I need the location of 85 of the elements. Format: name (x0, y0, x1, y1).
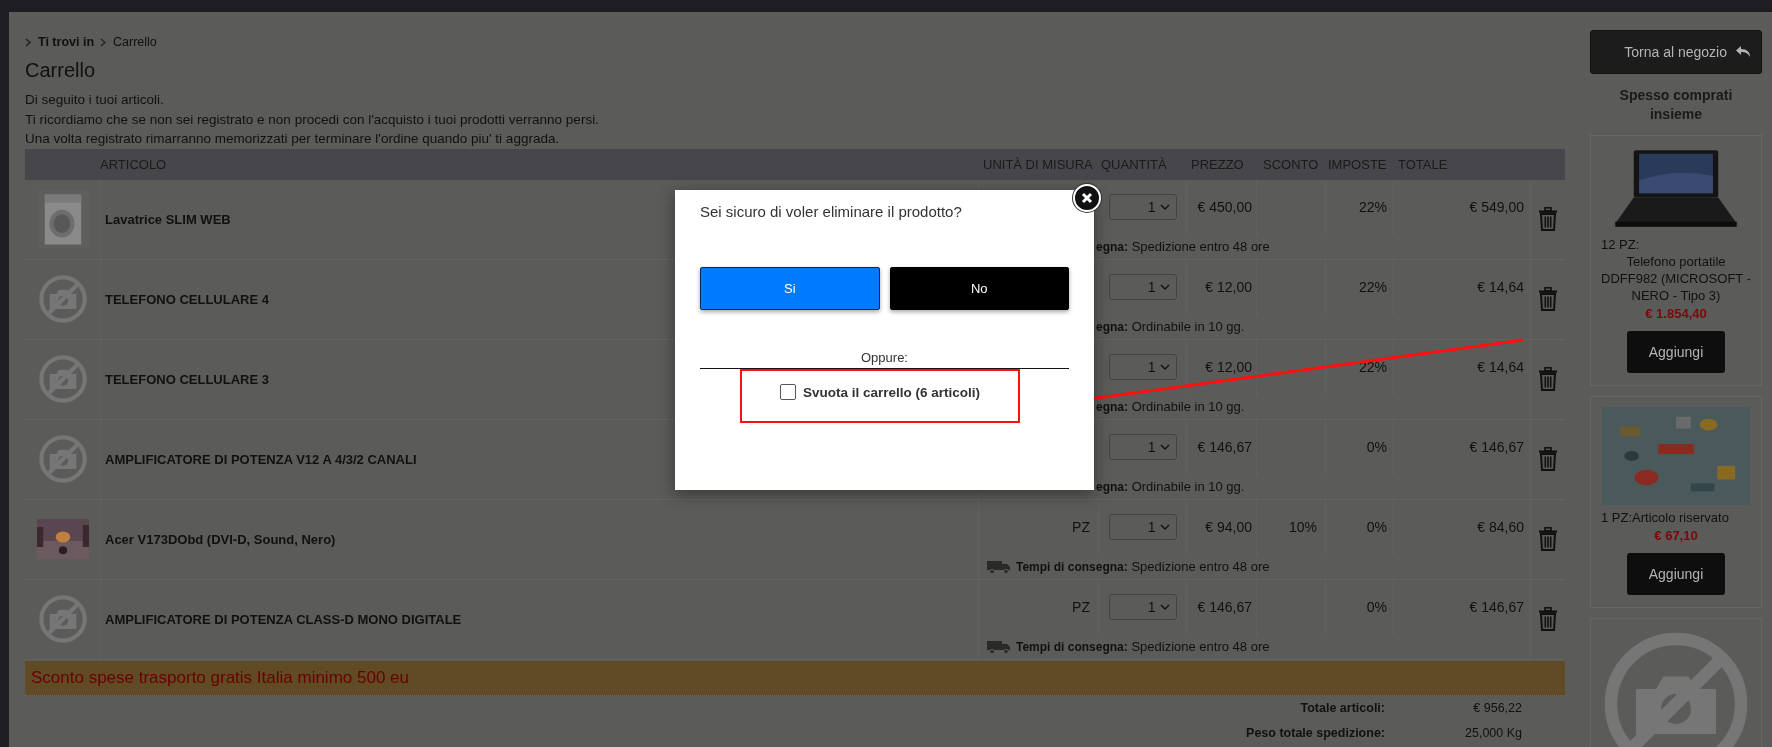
chevron-icon (100, 37, 108, 47)
chevron-down-icon (1159, 283, 1170, 291)
back-to-shop-button[interactable]: Torna al negozio (1590, 30, 1762, 74)
delivery-text: Tempi di consegna: Spedizione entro 48 ore (1016, 559, 1270, 574)
price-text: € 146,67 (1197, 599, 1252, 615)
delivery-text: egna: Ordinabile in 10 gg. (1096, 319, 1245, 334)
page-title: Carrello (25, 58, 97, 82)
separator-label: Oppure: (860, 350, 909, 365)
tax-text: 22% (1358, 279, 1387, 295)
dialog-button[interactable]: No (889, 267, 1069, 310)
unit-text: PZ (1072, 599, 1090, 615)
tax-text: 0% (1366, 599, 1387, 615)
quantity-select[interactable]: 1 (1108, 274, 1177, 300)
tax-text: 22% (1358, 359, 1387, 375)
add-button[interactable]: Aggiungi (1627, 553, 1725, 595)
product-name[interactable]: TELEFONO CELLULARE 4 (105, 291, 269, 307)
tax-text: 22% (1358, 199, 1387, 215)
delivery-text: egna: Ordinabile in 10 gg. (1096, 479, 1245, 494)
totals-value: € 956,22 (1472, 701, 1523, 715)
product-name[interactable]: Articolo riservato (1632, 509, 1729, 526)
sidebar-title: Spesso comprati insieme (1618, 86, 1734, 124)
no-photo-icon (37, 434, 88, 484)
product-quantity: 1 PZ: (1601, 510, 1633, 525)
chevron-down-icon (1159, 603, 1170, 611)
quantity-select[interactable]: 1 (1108, 434, 1177, 460)
product-price: € 67,10 (1654, 528, 1698, 543)
quantity-select[interactable]: 1 (1108, 354, 1177, 380)
delivery-text: egna: Spedizione entro 48 ore (1096, 239, 1270, 254)
dialog-button[interactable]: Si (700, 267, 880, 310)
totals-value: 25,000 Kg (1464, 726, 1523, 740)
product-name[interactable]: Acer V173DObd (DVI-D, Sound, Nero) (105, 531, 336, 547)
no-photo-icon (37, 594, 88, 644)
product-name[interactable]: TELEFONO CELLULARE 3 (105, 371, 269, 387)
quantity-select[interactable]: 1 (1108, 594, 1177, 620)
intro-text: Ti ricordiamo che se non sei registrato e non procedi con l'acquisto i tuoi prodotti verranno persi. (25, 110, 600, 129)
promo-banner-text: Sconto spese trasporto gratis Italia minimo 500 eu (31, 667, 409, 688)
trash-icon[interactable] (1539, 367, 1557, 391)
total-text: € 146,67 (1469, 599, 1524, 615)
total-text: € 14,64 (1477, 359, 1524, 375)
product-name[interactable]: Lavatrice SLIM WEB (105, 211, 231, 227)
quantity-select[interactable]: 1 (1108, 514, 1177, 540)
product-name[interactable]: AMPLIFICATORE DI POTENZA CLASS-D MONO DIGITALE (105, 611, 462, 627)
breadcrumb-link[interactable]: Ti trovi in (38, 35, 95, 49)
tax-text: 0% (1366, 519, 1387, 535)
price-text: € 12,00 (1205, 279, 1252, 295)
tax-text: 0% (1366, 439, 1387, 455)
chevron-down-icon (1159, 523, 1170, 531)
total-text: € 549,00 (1469, 199, 1524, 215)
trash-icon[interactable] (1539, 207, 1557, 231)
total-text: € 14,64 (1477, 279, 1524, 295)
delivery-text: Tempi di consegna: Spedizione entro 48 ore (1016, 639, 1270, 654)
unit-text: PZ (1072, 519, 1090, 535)
trash-icon[interactable] (1539, 527, 1557, 551)
price-text: € 94,00 (1205, 519, 1252, 535)
price-text: € 450,00 (1197, 199, 1252, 215)
delivery-text: egna: Ordinabile in 10 gg. (1096, 399, 1245, 414)
no-photo-icon (37, 354, 88, 404)
discount-text: 10% (1288, 519, 1317, 535)
quantity-select[interactable]: 1 (1108, 194, 1177, 220)
reply-arrow-icon (1735, 45, 1751, 59)
checkbox-label[interactable]: Svuota il carrello (6 articoli) (802, 384, 981, 400)
product-name[interactable]: Telefono portatile DDFF982 (MICROSOFT - NERO - Tipo 3) (1601, 253, 1751, 304)
chevron-icon (25, 37, 32, 47)
chevron-down-icon (1159, 443, 1170, 451)
price-text: € 12,00 (1205, 359, 1252, 375)
product-name[interactable]: AMPLIFICATORE DI POTENZA V12 A 4/3/2 CANALI (105, 451, 417, 467)
intro-text: Di seguito i tuoi articoli. (25, 91, 165, 109)
total-text: € 84,60 (1477, 519, 1524, 535)
totals-label: Totale articoli: (1299, 701, 1385, 715)
breadcrumb-current: Carrello (113, 35, 157, 49)
product-price: € 1.854,40 (1645, 306, 1707, 321)
trash-icon[interactable] (1539, 607, 1557, 631)
checkbox[interactable] (779, 384, 796, 400)
trash-icon[interactable] (1539, 287, 1557, 311)
intro-text: Una volta registrato rimarranno memorizzati per terminare l'ordine quando piu' ti aggrada. (25, 130, 561, 148)
price-text: € 146,67 (1197, 439, 1252, 455)
total-text: € 146,67 (1469, 439, 1524, 455)
add-button[interactable]: Aggiungi (1627, 331, 1725, 373)
chevron-down-icon (1159, 363, 1170, 371)
trash-icon[interactable] (1539, 447, 1557, 471)
chevron-down-icon (1159, 203, 1170, 211)
no-photo-icon (37, 274, 88, 324)
dialog-question: Sei sicuro di voler eliminare il prodotto? (700, 203, 963, 220)
product-quantity: 12 PZ: (1601, 237, 1640, 252)
totals-label: Peso totale spedizione: (1245, 726, 1385, 740)
